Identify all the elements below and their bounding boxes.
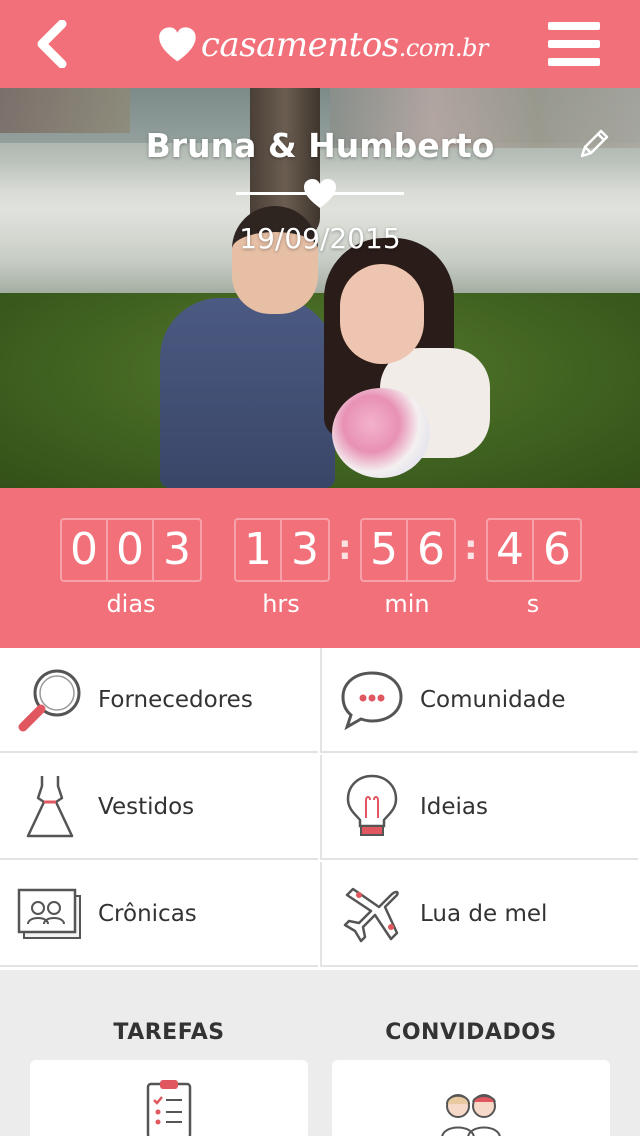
- menu-item-fornecedores[interactable]: Fornecedores: [0, 648, 318, 753]
- menu-item-label: Vestidos: [98, 793, 195, 820]
- menu-item-ideias[interactable]: Ideias: [320, 755, 638, 860]
- menu-item-comunidade[interactable]: Comunidade: [320, 648, 638, 753]
- hours-digit: 3: [291, 524, 319, 575]
- tasks-card[interactable]: [30, 1060, 308, 1136]
- airplane-icon: [336, 878, 408, 950]
- menu-button[interactable]: [548, 22, 600, 66]
- app-header: casamentos.com.br: [0, 0, 640, 88]
- chevron-left-icon: [37, 20, 67, 68]
- couple-name: Bruna & Humberto: [145, 126, 495, 165]
- hamburger-icon: [548, 22, 600, 30]
- logo: casamentos.com.br: [158, 10, 489, 80]
- minutes-label: min: [384, 590, 430, 618]
- tasks-title: TAREFAS: [113, 1020, 225, 1045]
- guests-card[interactable]: [332, 1060, 610, 1136]
- minutes-counter: 5 6: [360, 518, 456, 582]
- wedding-date: 19/09/2015: [239, 222, 401, 255]
- feature-menu: Fornecedores Comunidade Vestidos Ideias …: [0, 648, 640, 970]
- hours-counter: 1 3: [234, 518, 330, 582]
- countdown: 0 0 3 1 3 : 5 6 : 4 6 dias hrs min s: [0, 488, 640, 648]
- chat-bubble-icon: [336, 664, 408, 736]
- hours-label: hrs: [262, 590, 300, 618]
- guests-title: CONVIDADOS: [385, 1020, 557, 1045]
- divider-right: [324, 192, 404, 195]
- menu-item-label: Fornecedores: [98, 686, 253, 713]
- heart-logo-icon: [159, 27, 196, 62]
- days-counter: 0 0 3: [60, 518, 202, 582]
- dress-icon: [14, 771, 86, 843]
- logo-main-text: casamentos: [200, 25, 399, 65]
- seconds-counter: 4 6: [486, 518, 582, 582]
- seconds-digit: 4: [488, 520, 534, 580]
- logo-suffix-text: .com.br: [398, 34, 489, 62]
- days-digit: 0: [62, 520, 108, 580]
- lightbulb-icon: [336, 771, 408, 843]
- checklist-icon: [146, 1080, 192, 1136]
- menu-item-label: Comunidade: [420, 686, 566, 713]
- menu-item-lua-de-mel[interactable]: Lua de mel: [320, 862, 638, 967]
- minutes-digit: 6: [417, 524, 445, 575]
- time-separator: :: [464, 528, 478, 568]
- menu-item-label: Crônicas: [98, 900, 197, 927]
- hours-digit: 1: [236, 520, 282, 580]
- menu-item-label: Lua de mel: [420, 900, 548, 927]
- days-digit: 3: [163, 524, 191, 575]
- pencil-icon: [580, 129, 609, 158]
- menu-item-label: Ideias: [420, 793, 489, 820]
- days-label: dias: [106, 590, 156, 618]
- edit-button[interactable]: [576, 126, 612, 162]
- time-separator: :: [338, 528, 352, 568]
- dashboard-sections: TAREFAS CONVIDADOS: [0, 970, 640, 1136]
- photo-album-icon: [14, 878, 86, 950]
- menu-item-vestidos[interactable]: Vestidos: [0, 755, 318, 860]
- seconds-digit: 6: [543, 524, 571, 575]
- days-digit: 0: [108, 520, 154, 580]
- minutes-digit: 5: [362, 520, 408, 580]
- seconds-label: s: [526, 590, 540, 618]
- menu-item-cronicas[interactable]: Crônicas: [0, 862, 318, 967]
- back-button[interactable]: [26, 18, 76, 70]
- guests-icon: [441, 1094, 501, 1136]
- magnifier-icon: [14, 664, 86, 736]
